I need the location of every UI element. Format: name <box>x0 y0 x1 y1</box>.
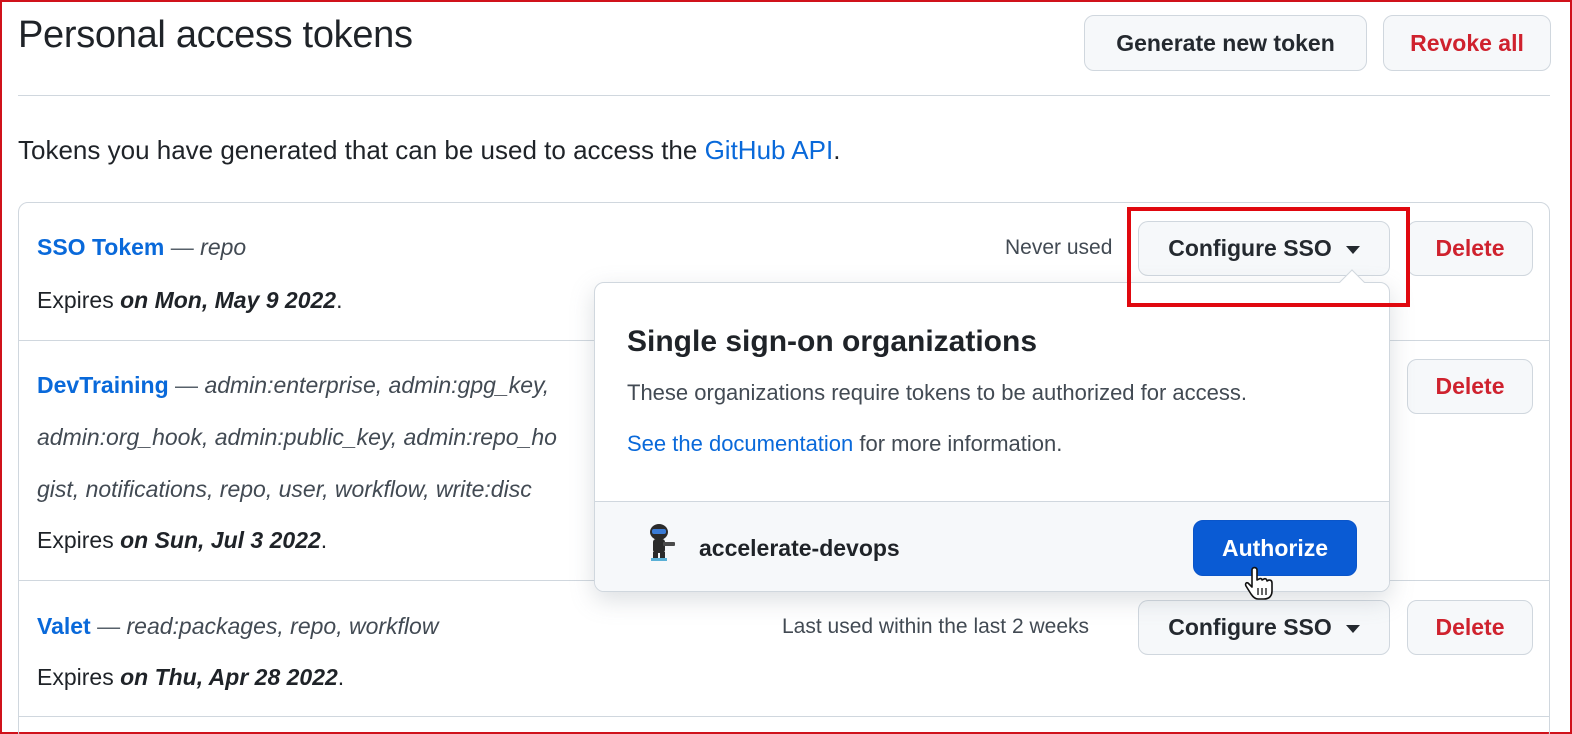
token-name-link[interactable]: SSO Tokem <box>37 234 164 260</box>
token-title-valet: Valet — read:packages, repo, workflow <box>37 613 439 639</box>
row-divider <box>19 716 1549 717</box>
token-title-devtraining: DevTraining — admin:enterprise, admin:gp… <box>37 372 550 398</box>
delete-token-button[interactable]: Delete <box>1407 221 1533 276</box>
token-scopes: read:packages, repo, workflow <box>126 613 439 639</box>
token-expiry: Expires on Sun, Jul 3 2022. <box>37 527 328 553</box>
octocat-avatar-icon <box>650 524 675 561</box>
organization-name: accelerate-devops <box>699 535 900 561</box>
delete-token-button[interactable]: Delete <box>1407 359 1533 414</box>
revoke-all-button[interactable]: Revoke all <box>1383 15 1551 71</box>
token-name-link[interactable]: Valet <box>37 613 91 639</box>
configure-sso-button[interactable]: Configure SSO <box>1138 600 1390 655</box>
token-usage-status: Last used within the last 2 weeks <box>782 615 1090 638</box>
token-scopes: repo <box>200 234 247 260</box>
generate-new-token-button[interactable]: Generate new token <box>1084 15 1367 71</box>
hand-pointer-cursor-icon <box>1244 566 1273 600</box>
chevron-down-icon <box>1345 624 1360 633</box>
popover-doc-text: See the documentation for more informati… <box>627 431 1063 456</box>
popover-title: Single sign-on organizations <box>627 325 1038 358</box>
popover-description: These organizations require tokens to be… <box>627 380 1248 405</box>
documentation-link[interactable]: See the documentation <box>627 431 853 456</box>
token-expiry: Expires on Mon, May 9 2022. <box>37 287 343 313</box>
token-usage-status: Never used <box>1005 236 1113 259</box>
token-scopes-line-2: admin:org_hook, admin:public_key, admin:… <box>37 424 557 450</box>
annotation-highlight-box <box>1127 207 1410 307</box>
intro-text: Tokens you have generated that can be us… <box>18 135 841 165</box>
page-title: Personal access tokens <box>18 14 413 56</box>
sso-organizations-popover: Single sign-on organizations These organ… <box>594 282 1390 592</box>
token-scopes-line-3: gist, notifications, repo, user, workflo… <box>37 476 532 502</box>
github-api-link[interactable]: GitHub API <box>705 135 834 165</box>
token-title-sso-tokem: SSO Tokem — repo <box>37 234 247 260</box>
authorize-button[interactable]: Authorize <box>1193 520 1357 576</box>
token-expiry: Expires on Thu, Apr 28 2022. <box>37 664 345 690</box>
header-divider <box>18 95 1550 96</box>
token-name-link[interactable]: DevTraining <box>37 372 169 398</box>
token-scopes-line-1: admin:enterprise, admin:gpg_key, <box>204 372 550 398</box>
delete-token-button[interactable]: Delete <box>1407 600 1533 655</box>
